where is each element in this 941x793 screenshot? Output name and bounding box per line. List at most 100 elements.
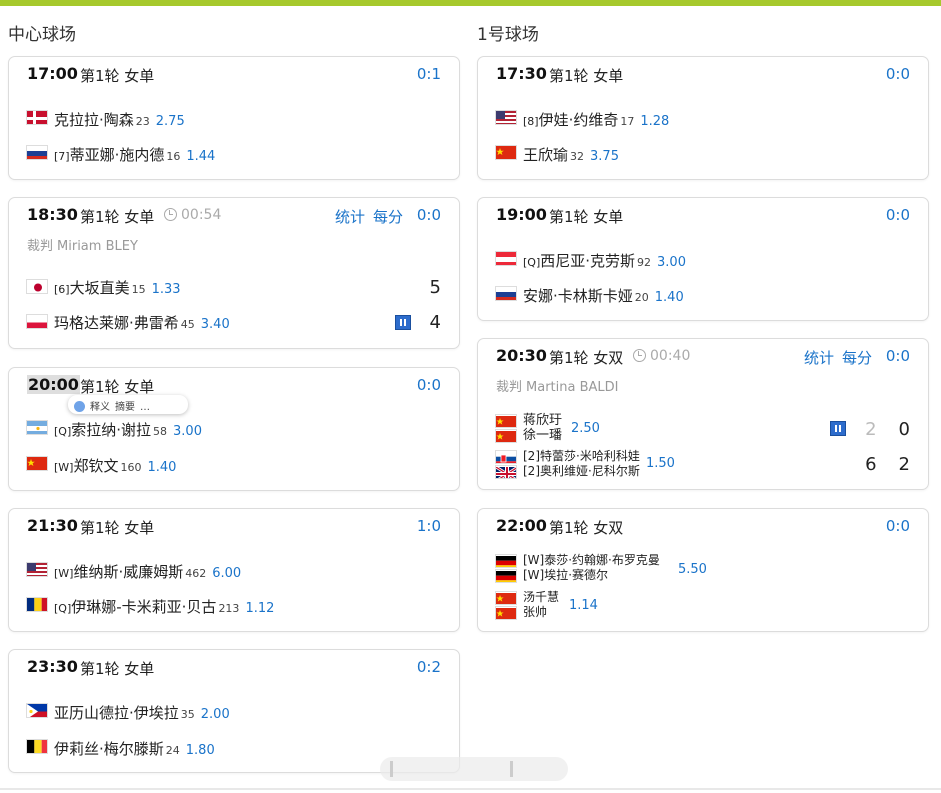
point-by-point-link[interactable]: 每分 — [373, 208, 403, 226]
player-row[interactable]: [W]维纳斯·威廉姆斯 462 6.00 — [26, 561, 441, 589]
match-header: 20:00 第1轮 女单 0:0 — [27, 375, 441, 397]
team-row[interactable]: 汤千慧 张帅 1.14 — [495, 590, 910, 622]
match-card-live[interactable]: 20:30 第1轮 女双 00:40 统计 每分 0:0 裁判 Martina BA… — [477, 338, 929, 490]
match-round: 第1轮 女单 — [549, 67, 624, 85]
player-row[interactable]: [8]伊娃·约维奇 17 1.28 — [495, 109, 910, 137]
player-name: [7]蒂亚娜·施内德 16 1.44 — [54, 146, 216, 164]
team-row[interactable]: [2]特蕾莎·米哈利科娃 [2]奥利维娅·尼科尔斯 1.50 62 — [495, 449, 910, 481]
match-duration: 00:54 — [164, 207, 221, 223]
score-link[interactable]: 0:0 — [886, 517, 910, 535]
match-card[interactable]: 17:00 第1轮 女单 0:1 克拉拉·陶森 23 2.75 [7]蒂亚娜·施内德… — [8, 56, 460, 180]
belgium-flag-icon — [26, 739, 48, 754]
match-round: 第1轮 女单 — [80, 519, 155, 537]
player-row[interactable]: [6]大坂直美 15 1.33 5 — [26, 277, 441, 305]
score-link[interactable]: 0:2 — [417, 658, 441, 676]
match-time: 21:30 — [27, 516, 78, 535]
argentina-flag-icon — [26, 420, 48, 435]
match-time: 17:30 — [496, 64, 547, 83]
match-round: 第1轮 女单 — [80, 378, 155, 396]
player-odds: 1.40 — [654, 290, 684, 305]
player-name: [W]郑钦文 160 1.40 — [54, 457, 177, 475]
more-button[interactable]: … — [140, 402, 150, 413]
player-row[interactable]: 亚历山德拉·伊埃拉 35 2.00 — [26, 702, 441, 730]
match-header: 18:30 第1轮 女单 00:54 统计 每分 0:0 — [27, 205, 441, 227]
score-link[interactable]: 1:0 — [417, 517, 441, 535]
player-row[interactable]: 玛格达莱娜·弗雷希 45 3.40 4 — [26, 312, 441, 340]
player-row[interactable]: 王欣瑜 32 3.75 — [495, 144, 910, 172]
match-card[interactable]: 19:00 第1轮 女单 0:0 [Q]西尼亚·克劳斯 92 3.00 安娜·卡林斯… — [477, 197, 929, 321]
match-card[interactable]: 23:30 第1轮 女单 0:2 亚历山德拉·伊埃拉 35 2.00 伊莉丝·梅尔滕… — [8, 649, 460, 773]
player-name: 玛格达莱娜·弗雷希 45 3.40 — [54, 314, 230, 332]
player-odds: 1.40 — [147, 460, 177, 475]
player-row[interactable]: [Q]伊琳娜-卡米莉亚·贝古 213 1.12 — [26, 596, 441, 624]
player-name: 伊莉丝·梅尔滕斯 24 1.80 — [54, 740, 215, 758]
score-link[interactable]: 0:0 — [417, 376, 441, 394]
player-name: 王欣瑜 32 3.75 — [523, 146, 619, 164]
germany-flag-icon — [495, 569, 517, 583]
china-flag-icon — [26, 456, 48, 471]
text-selection-popup: 释义 摘要 … — [68, 395, 188, 414]
usa-flag-icon — [495, 110, 517, 125]
match-card[interactable]: 17:30 第1轮 女单 0:0 [8]伊娃·约维奇 17 1.28 王欣瑜 32 3.… — [477, 56, 929, 180]
poland-flag-icon — [26, 314, 48, 329]
player-row[interactable]: [Q]索拉纳·谢拉 58 3.00 — [26, 419, 441, 447]
usa-flag-icon — [26, 562, 48, 577]
match-time: 23:30 — [27, 657, 78, 676]
match-card[interactable]: 20:00 第1轮 女单 0:0 [Q]索拉纳·谢拉 58 3.00 [W]郑钦文 1… — [8, 367, 460, 491]
austria-flag-icon — [495, 251, 517, 266]
team-row[interactable]: [W]泰莎·约翰娜·布罗克曼 [W]埃拉·赛德尔 5.50 — [495, 553, 910, 585]
umpire-info: 裁判 Martina BALDI — [496, 380, 619, 395]
player-odds: 1.12 — [245, 601, 275, 616]
score: 62 — [865, 454, 910, 475]
slovakia-flag-icon — [495, 450, 517, 464]
stats-link[interactable]: 统计 — [804, 349, 834, 367]
match-card[interactable]: 21:30 第1轮 女单 1:0 [W]维纳斯·威廉姆斯 462 6.00 [Q]伊… — [8, 508, 460, 632]
score-link[interactable]: 0:0 — [417, 206, 441, 224]
player-row[interactable]: 安娜·卡林斯卡娅 20 1.40 — [495, 285, 910, 313]
match-round: 第1轮 女单 — [80, 67, 155, 85]
player-row[interactable]: 克拉拉·陶森 23 2.75 — [26, 109, 441, 137]
score-link[interactable]: 0:0 — [886, 65, 910, 83]
russia-flag-icon — [495, 286, 517, 301]
match-header: 23:30 第1轮 女单 0:2 — [27, 657, 441, 679]
bottom-divider — [0, 788, 941, 790]
player-odds: 2.00 — [200, 707, 230, 722]
team-odds: 1.50 — [646, 456, 675, 471]
score-link[interactable]: 0:0 — [886, 347, 910, 365]
score-link[interactable]: 0:0 — [886, 206, 910, 224]
player-odds: 3.40 — [200, 317, 230, 332]
match-header: 21:30 第1轮 女单 1:0 — [27, 516, 441, 538]
player-odds: 2.75 — [155, 114, 185, 129]
explain-button[interactable]: 释义 — [90, 402, 110, 413]
score-link[interactable]: 0:1 — [417, 65, 441, 83]
player-row[interactable]: 伊莉丝·梅尔滕斯 24 1.80 — [26, 738, 441, 766]
player-row[interactable]: [Q]西尼亚·克劳斯 92 3.00 — [495, 250, 910, 278]
player-name: 安娜·卡林斯卡娅 20 1.40 — [523, 287, 684, 305]
summary-button[interactable]: 摘要 — [115, 402, 135, 413]
team-names: 蒋欣玗 徐一璠 — [523, 413, 563, 443]
serving-indicator-icon — [395, 315, 411, 330]
top-accent-bar — [0, 0, 941, 6]
player-name: [6]大坂直美 15 1.33 — [54, 279, 181, 297]
match-header: 19:00 第1轮 女单 0:0 — [496, 205, 910, 227]
player-odds: 1.80 — [185, 743, 215, 758]
match-card[interactable]: 22:00 第1轮 女双 0:0 [W]泰莎·约翰娜·布罗克曼 [W]埃拉·赛德尔… — [477, 508, 929, 632]
match-round: 第1轮 女双 — [549, 349, 624, 367]
player-name: [8]伊娃·约维奇 17 1.28 — [523, 111, 670, 129]
team-names: 汤千慧 张帅 — [523, 590, 560, 619]
team-row[interactable]: 蒋欣玗 徐一璠 2.50 20 — [495, 413, 910, 445]
toolbar-handle-icon — [510, 761, 513, 777]
stats-link[interactable]: 统计 — [335, 208, 365, 226]
point-by-point-link[interactable]: 每分 — [842, 349, 872, 367]
player-row[interactable]: [W]郑钦文 160 1.40 — [26, 455, 441, 483]
toolbar-handle-icon — [390, 761, 393, 777]
player-row[interactable]: [7]蒂亚娜·施内德 16 1.44 — [26, 144, 441, 172]
clock-icon — [164, 208, 177, 221]
match-card-live[interactable]: 18:30 第1轮 女单 00:54 统计 每分 0:0 裁判 Miriam BLE… — [8, 197, 460, 349]
ai-assistant-icon[interactable] — [74, 401, 85, 412]
match-time: 17:00 — [27, 64, 78, 83]
china-flag-icon — [495, 429, 517, 443]
japan-flag-icon — [26, 279, 48, 294]
team-names: [W]泰莎·约翰娜·布罗克曼 [W]埃拉·赛德尔 — [523, 553, 660, 582]
match-time: 20:00 — [27, 375, 80, 394]
